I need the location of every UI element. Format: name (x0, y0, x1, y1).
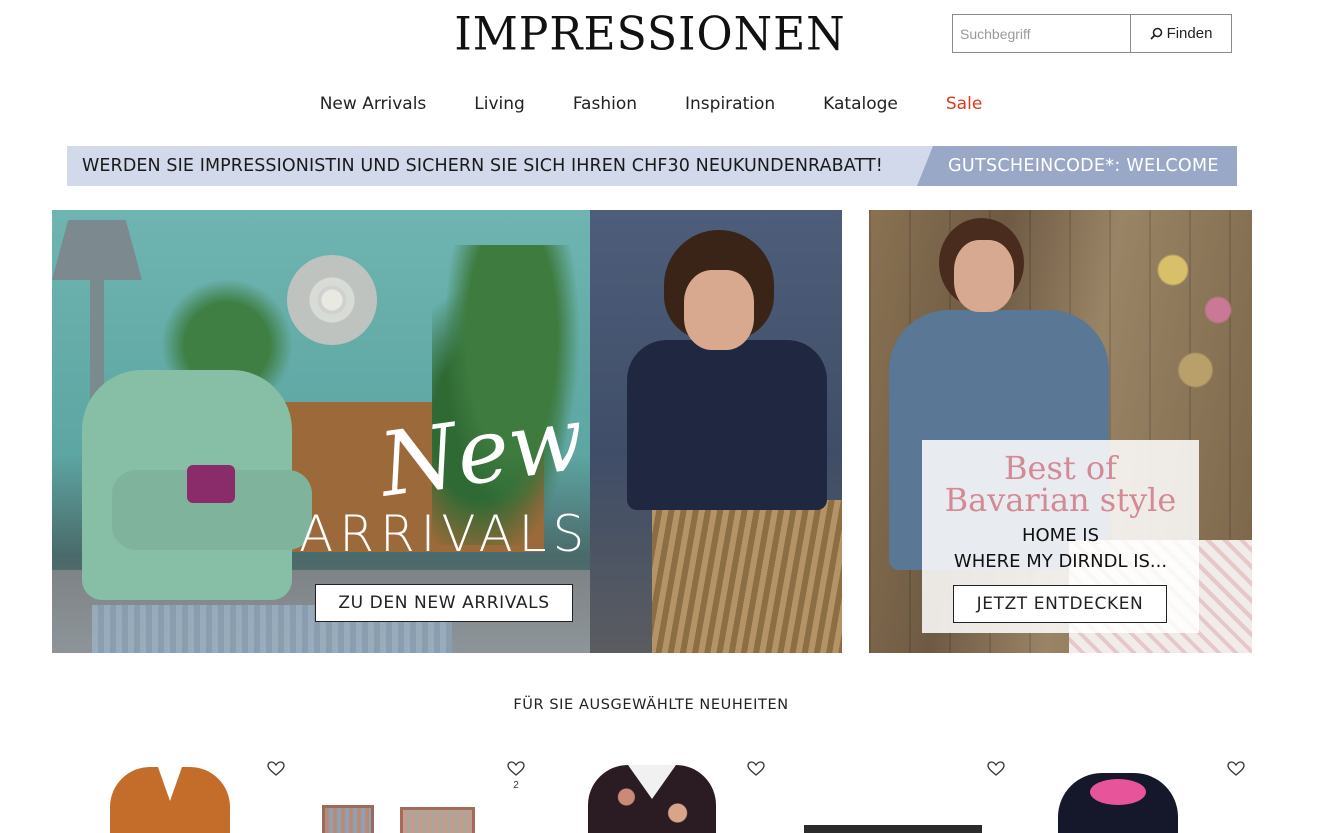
model-skirt-image (652, 500, 842, 653)
search-icon (1149, 23, 1163, 44)
bavarian-sub-line2: WHERE MY DIRNDL IS... (953, 551, 1168, 572)
heart-icon[interactable] (506, 759, 526, 779)
mirror-image (287, 255, 377, 345)
product-image (322, 805, 374, 833)
promo-banner[interactable]: WERDEN SIE IMPRESSIONISTIN UND SICHERN S… (67, 146, 1237, 186)
hero-script-title: New (373, 386, 591, 517)
heart-icon[interactable] (986, 759, 1006, 779)
new-arrivals-button[interactable]: ZU DEN NEW ARRIVALS (315, 584, 573, 622)
main-nav: New Arrivals Living Fashion Inspiration … (0, 90, 1302, 118)
product-image-second (400, 807, 475, 833)
nav-item-new-arrivals[interactable]: New Arrivals (296, 90, 451, 118)
bavarian-subtitle: HOME IS WHERE MY DIRNDL IS... (922, 523, 1199, 575)
hero-title: ARRIVALS (299, 505, 591, 563)
product-image-hood-lining (1090, 779, 1146, 805)
discover-button[interactable]: JETZT ENTDECKEN (953, 585, 1167, 623)
search-form: Finden (952, 14, 1232, 53)
product-card[interactable] (540, 755, 780, 833)
product-card[interactable]: 2 (300, 755, 540, 833)
model-face-image (684, 270, 754, 350)
heart-icon[interactable] (1226, 759, 1246, 779)
flowers-image (1139, 210, 1252, 410)
bavarian-sub-line1: HOME IS (1021, 525, 1100, 546)
model-face-image (954, 240, 1014, 312)
hero-bavarian[interactable]: Best of Bavarian style HOME IS WHERE MY … (869, 210, 1252, 653)
favorite-count: 2 (513, 780, 519, 791)
hero-new-arrivals[interactable]: New ARRIVALS ZU DEN NEW ARRIVALS (52, 210, 842, 653)
promo-code: GUTSCHEINCODE*: WELCOME (948, 156, 1219, 176)
handbag-image (187, 465, 235, 503)
nav-item-living[interactable]: Living (450, 90, 549, 118)
bavarian-title: Best of Bavarian style (922, 452, 1199, 516)
product-card[interactable] (780, 755, 1020, 833)
site-logo[interactable]: IMPRESSIONEN (440, 8, 860, 62)
product-image (804, 825, 982, 833)
nav-item-kataloge[interactable]: Kataloge (799, 90, 922, 118)
promo-text: WERDEN SIE IMPRESSIONISTIN UND SICHERN S… (82, 156, 883, 176)
bavarian-title-line1: Best of (1003, 449, 1117, 487)
search-button-label: Finden (1166, 25, 1213, 42)
section-title: FÜR SIE AUSGEWÄHLTE NEUHEITEN (513, 697, 789, 713)
nav-item-fashion[interactable]: Fashion (549, 90, 661, 118)
nav-item-inspiration[interactable]: Inspiration (661, 90, 799, 118)
heart-icon[interactable] (266, 759, 286, 779)
product-card[interactable] (1020, 755, 1260, 833)
model-top-image (627, 340, 827, 510)
search-input[interactable] (953, 15, 1131, 52)
heart-icon[interactable] (746, 759, 766, 779)
search-button[interactable]: Finden (1131, 15, 1231, 52)
nav-item-sale[interactable]: Sale (922, 90, 1006, 118)
product-card[interactable] (60, 755, 300, 833)
bavarian-title-line2: Bavarian style (944, 481, 1177, 519)
bavarian-overlay: Best of Bavarian style HOME IS WHERE MY … (922, 440, 1199, 633)
